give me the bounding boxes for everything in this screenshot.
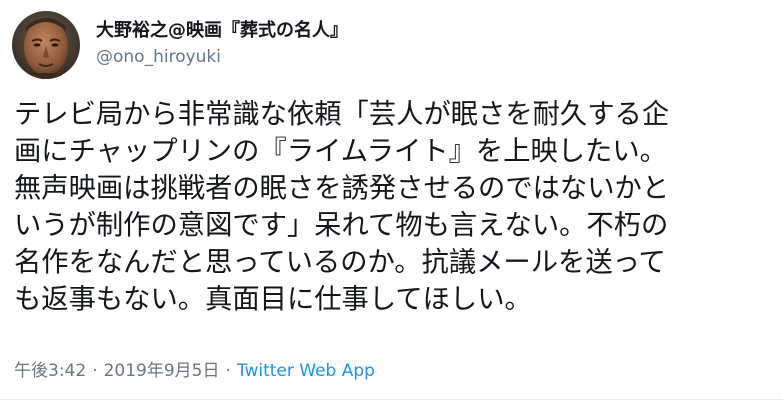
tweet-text-line: も返事もない。真面目に仕事してほしい。 <box>14 284 532 315</box>
tweet-text: テレビ局から非常識な依頼「芸人が眠さを耐久する企 画にチャップリンの『ライムライ… <box>14 96 779 318</box>
tweet-source-link[interactable]: Twitter Web App <box>237 361 375 381</box>
profile-photo-avatar-icon <box>12 11 80 79</box>
tweet-card: 大野裕之@映画『葬式の名人』 @ono_hiroyuki テレビ局から非常識な依… <box>0 0 783 406</box>
tweet-text-line: テレビ局から非常識な依頼「芸人が眠さを耐久する企 <box>14 99 670 130</box>
meta-separator: · <box>92 361 98 381</box>
avatar[interactable] <box>12 11 80 79</box>
tweet-time[interactable]: 午後3:42 <box>14 361 86 381</box>
tweet-text-line: 名作をなんだと思っているのか。抗議メールを送って <box>14 247 666 278</box>
author-handle[interactable]: @ono_hiroyuki <box>96 47 348 67</box>
author-block: 大野裕之@映画『葬式の名人』 @ono_hiroyuki <box>96 20 348 67</box>
author-display-name[interactable]: 大野裕之@映画『葬式の名人』 <box>96 20 348 42</box>
tweet-date[interactable]: 2019年9月5日 <box>104 361 220 381</box>
tweet-text-line: 画にチャップリンの『ライムライト』を上映したい。 <box>14 136 667 167</box>
meta-separator: · <box>225 361 231 381</box>
tweet-metadata: 午後3:42 · 2019年9月5日 · Twitter Web App <box>14 356 375 381</box>
divider <box>0 399 783 400</box>
tweet-text-line: 無声映画は挑戦者の眠さを誘発させるのではないかと <box>14 173 670 204</box>
tweet-text-line: いうが制作の意図です」呆れて物も言えない。不朽の <box>14 210 669 241</box>
